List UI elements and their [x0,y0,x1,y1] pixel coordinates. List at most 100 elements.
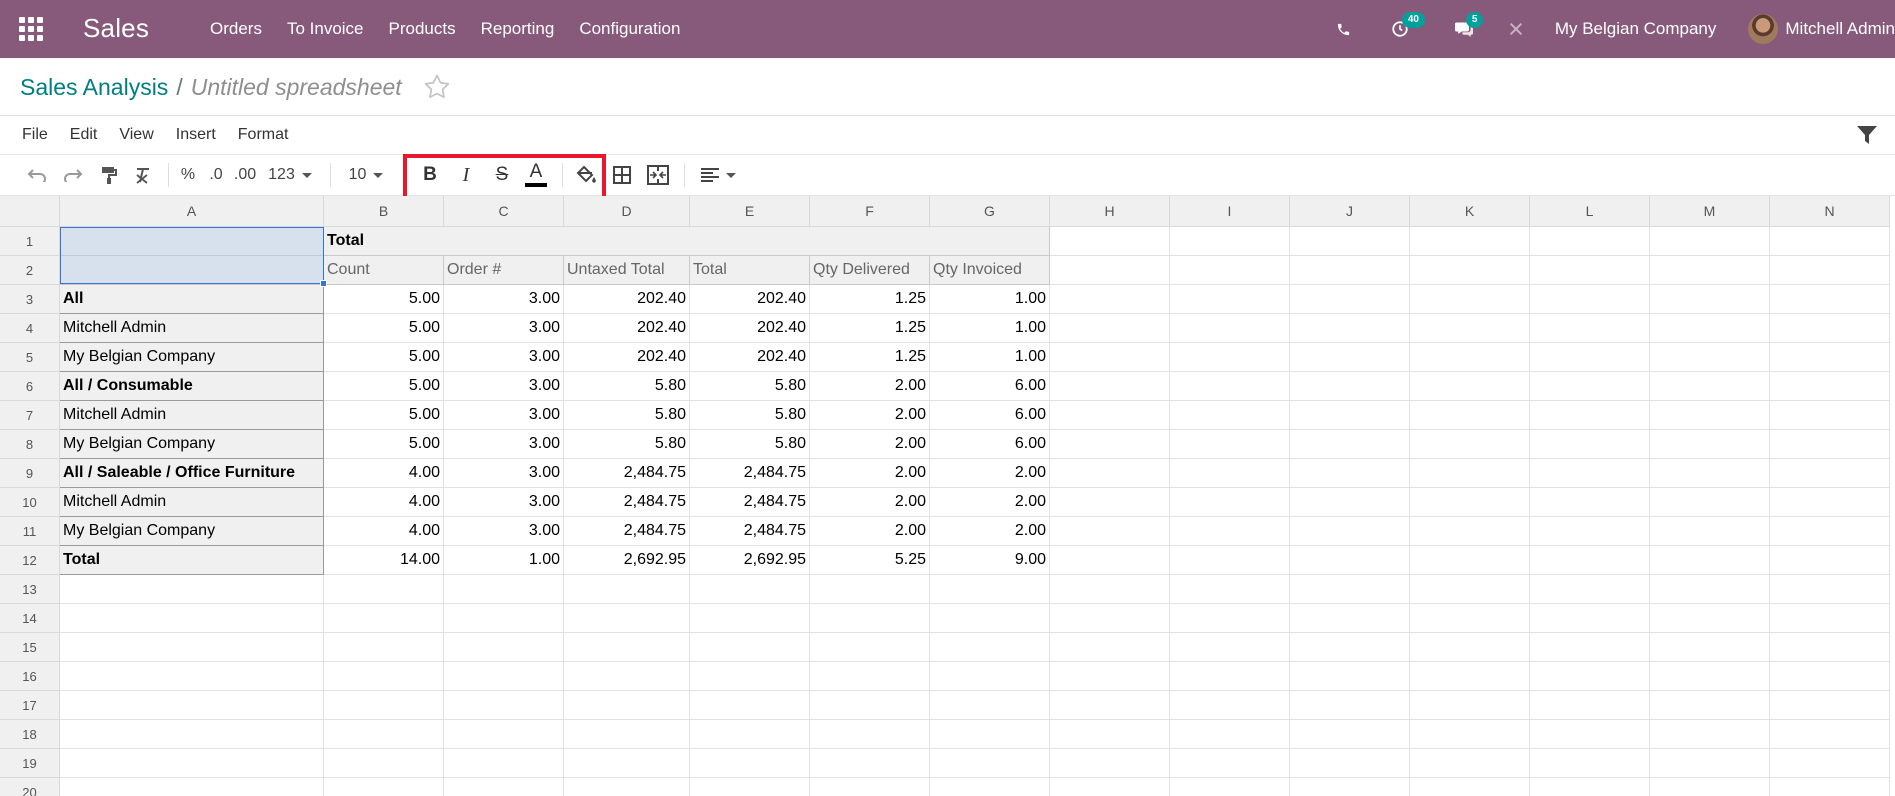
pivot-value-cell[interactable]: 202.40 [690,285,810,314]
pivot-value-cell[interactable]: 2,484.75 [690,517,810,546]
sheet-cell[interactable] [1410,691,1530,720]
sheet-cell[interactable] [1170,314,1290,343]
pivot-value-cell[interactable]: 2.00 [810,430,930,459]
row-header[interactable]: 19 [0,749,60,778]
pivot-value-cell[interactable]: 2,484.75 [564,517,690,546]
row-header[interactable]: 9 [0,459,60,488]
sheet-cell[interactable] [444,778,564,796]
sheet-cell[interactable] [1170,430,1290,459]
pivot-value-cell[interactable]: 4.00 [324,517,444,546]
menu-to-invoice[interactable]: To Invoice [287,19,364,39]
sheet-cell[interactable] [1530,662,1650,691]
merge-cells-icon[interactable] [644,155,672,195]
sheet-cell[interactable] [1770,633,1890,662]
pivot-measure-header[interactable]: Untaxed Total [564,256,690,285]
pivot-value-cell[interactable]: 6.00 [930,401,1050,430]
pivot-row-label[interactable]: Mitchell Admin [60,401,324,430]
sheet-cell[interactable] [1290,575,1410,604]
sheet-cell[interactable] [1770,372,1890,401]
pivot-value-cell[interactable]: 6.00 [930,372,1050,401]
sheet-cell[interactable] [1770,401,1890,430]
row-header[interactable]: 12 [0,546,60,575]
column-header[interactable]: H [1050,196,1170,227]
pivot-value-cell[interactable]: 202.40 [690,314,810,343]
paint-format-icon[interactable] [96,155,122,195]
pivot-value-cell[interactable]: 3.00 [444,285,564,314]
sheet-cell[interactable] [1530,459,1650,488]
pivot-value-cell[interactable]: 5.80 [564,430,690,459]
sheet-cell[interactable] [1410,459,1530,488]
sheet-cell[interactable] [1650,430,1770,459]
sheet-cell[interactable] [1770,662,1890,691]
row-header[interactable]: 4 [0,314,60,343]
messages-icon[interactable]: 5 [1453,12,1484,40]
sheet-cell[interactable] [1770,459,1890,488]
sheet-cell[interactable] [690,720,810,749]
row-header[interactable]: 3 [0,285,60,314]
sheet-cell[interactable] [60,749,324,778]
row-header[interactable]: 15 [0,633,60,662]
sheet-cell[interactable] [1650,343,1770,372]
sheet-cell[interactable] [1050,459,1170,488]
sheet-cell[interactable] [1650,633,1770,662]
column-header[interactable]: A [60,196,324,227]
row-header[interactable]: 10 [0,488,60,517]
sheet-cell[interactable] [1290,430,1410,459]
sheet-cell[interactable] [1770,314,1890,343]
breadcrumb-sales-analysis[interactable]: Sales Analysis [20,74,168,101]
sheet-cell[interactable] [564,749,690,778]
sheet-cell[interactable] [1410,314,1530,343]
sheet-cell[interactable] [810,691,930,720]
pivot-value-cell[interactable]: 9.00 [930,546,1050,575]
column-header[interactable]: N [1770,196,1890,227]
sheet-cell[interactable] [930,633,1050,662]
sheet-cell[interactable] [810,633,930,662]
sheet-cell[interactable] [1770,488,1890,517]
sheet-cell[interactable] [1290,691,1410,720]
sheet-cell[interactable] [1050,401,1170,430]
sheet-cell[interactable] [1290,720,1410,749]
sheet-cell[interactable] [324,575,444,604]
sheet-cell[interactable] [60,662,324,691]
sheet-cell[interactable] [444,749,564,778]
sheet-cell[interactable] [930,778,1050,796]
sheet-cell[interactable] [1050,575,1170,604]
row-header[interactable]: 16 [0,662,60,691]
sheet-cell[interactable] [60,575,324,604]
column-header[interactable]: D [564,196,690,227]
sheet-cell[interactable] [690,575,810,604]
sheet-cell[interactable] [690,778,810,796]
sheet-cell[interactable] [1770,604,1890,633]
sheet-cell[interactable] [1410,575,1530,604]
pivot-value-cell[interactable]: 5.80 [690,430,810,459]
sheet-cell[interactable] [1530,227,1650,256]
sheet-cell[interactable] [1530,749,1650,778]
sheet-cell[interactable] [1290,604,1410,633]
sheet-cell[interactable] [1770,227,1890,256]
pivot-value-cell[interactable]: 2.00 [930,488,1050,517]
pivot-value-cell[interactable]: 2,484.75 [564,459,690,488]
row-header[interactable]: 14 [0,604,60,633]
pivot-value-cell[interactable]: 202.40 [690,343,810,372]
sheet-cell[interactable] [60,604,324,633]
debug-tools-icon[interactable] [1505,18,1527,40]
sheet-cell[interactable] [1050,256,1170,285]
sheet-cell[interactable] [1530,343,1650,372]
sheet-cell[interactable] [1170,372,1290,401]
sheet-cell[interactable] [1050,633,1170,662]
sheet-cell[interactable] [1290,227,1410,256]
user-avatar[interactable] [1748,14,1779,44]
sheet-cell[interactable] [1650,778,1770,796]
sheet-cell[interactable] [1650,372,1770,401]
menu-insert[interactable]: Insert [176,126,216,144]
pivot-value-cell[interactable]: 5.00 [324,314,444,343]
sheet-cell[interactable] [564,575,690,604]
app-name[interactable]: Sales [83,13,149,44]
sheet-cell[interactable] [930,749,1050,778]
pivot-value-cell[interactable]: 1.25 [810,285,930,314]
sheet-cell[interactable] [1170,285,1290,314]
bold-button[interactable]: B [416,155,444,195]
sheet-cell[interactable] [1530,778,1650,796]
row-header[interactable]: 8 [0,430,60,459]
sheet-cell[interactable] [1170,459,1290,488]
